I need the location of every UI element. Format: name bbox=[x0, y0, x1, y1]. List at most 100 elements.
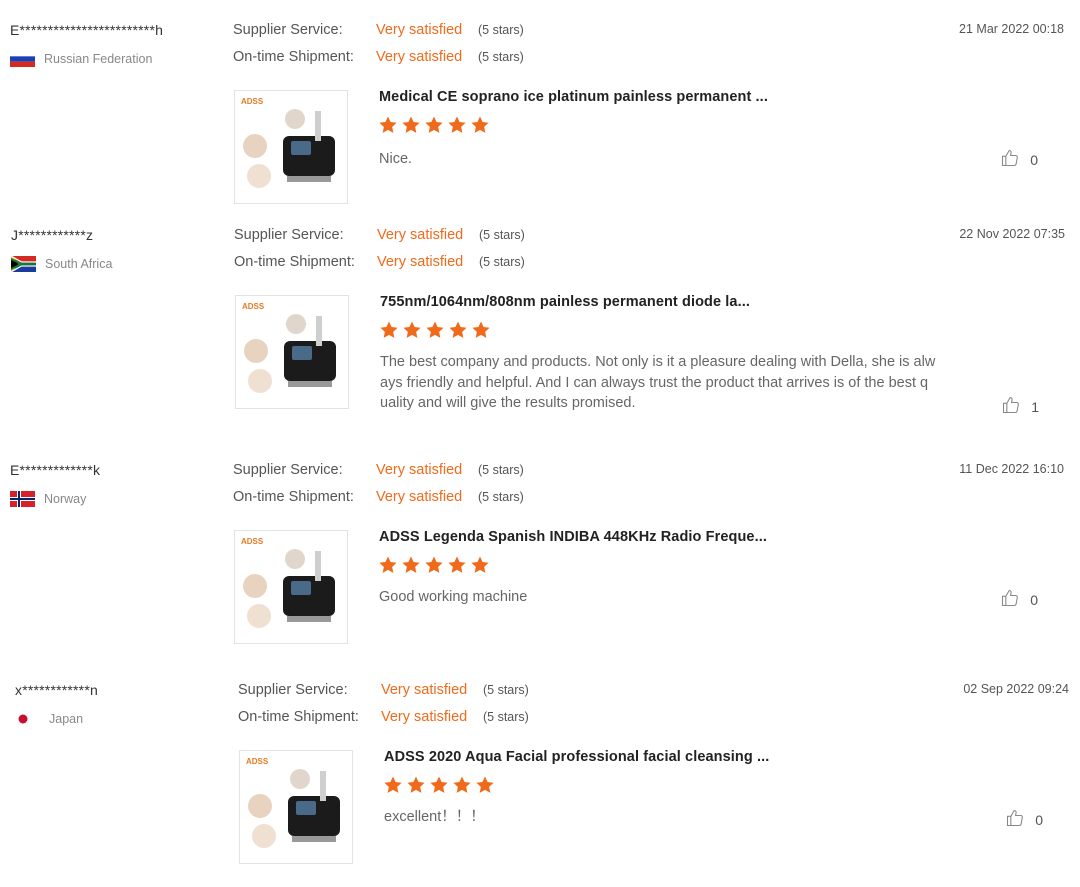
star-icon bbox=[378, 555, 398, 575]
review-star-rating bbox=[378, 555, 490, 575]
reviewer-name: J************z bbox=[11, 227, 94, 243]
review-item: E************************h Russian Feder… bbox=[0, 0, 1080, 210]
star-icon bbox=[378, 115, 398, 135]
ontime-shipment-label: On-time Shipment: bbox=[238, 709, 359, 725]
ontime-shipment-rating: On-time Shipment: Very satisfied (5 stars) bbox=[238, 709, 529, 725]
supplier-service-stars: (5 stars) bbox=[478, 463, 524, 477]
ontime-shipment-stars: (5 stars) bbox=[483, 710, 529, 724]
ontime-shipment-value: Very satisfied bbox=[376, 489, 463, 505]
helpful-button[interactable]: 1 bbox=[1001, 395, 1039, 418]
supplier-service-label: Supplier Service: bbox=[233, 22, 343, 38]
country-label: Norway bbox=[44, 492, 87, 506]
russia-flag-icon bbox=[10, 51, 35, 67]
supplier-service-stars: (5 stars) bbox=[479, 228, 525, 242]
helpful-count: 0 bbox=[1030, 591, 1038, 608]
supplier-service-rating: Supplier Service: Very satisfied (5 stars) bbox=[233, 22, 524, 38]
star-icon bbox=[471, 320, 491, 340]
review-comment: Nice. bbox=[379, 151, 413, 167]
country-label: Japan bbox=[49, 712, 84, 726]
star-icon bbox=[429, 775, 449, 795]
product-brand-logo: ADSS bbox=[241, 97, 264, 106]
star-icon bbox=[424, 555, 444, 575]
supplier-service-value: Very satisfied bbox=[381, 682, 468, 698]
review-item: x************n Japan Supplier Service: Ve… bbox=[0, 660, 1080, 870]
ontime-shipment-label: On-time Shipment: bbox=[234, 254, 355, 270]
product-brand-logo: ADSS bbox=[241, 537, 264, 546]
thumbs-up-icon bbox=[1001, 395, 1021, 418]
product-thumbnail[interactable]: ADSS bbox=[235, 295, 349, 409]
star-icon bbox=[379, 320, 399, 340]
ontime-shipment-label: On-time Shipment: bbox=[233, 49, 354, 65]
product-image-icon bbox=[248, 769, 340, 848]
review-comment: Good working machine bbox=[379, 589, 528, 605]
review-date: 02 Sep 2022 09:24 bbox=[963, 682, 1069, 696]
helpful-button[interactable]: 0 bbox=[1005, 808, 1043, 831]
star-icon bbox=[470, 115, 490, 135]
supplier-service-label: Supplier Service: bbox=[234, 227, 344, 243]
star-icon bbox=[452, 775, 472, 795]
ontime-shipment-rating: On-time Shipment: Very satisfied (5 stars) bbox=[233, 489, 524, 505]
review-item: J************z South Africa Supplier Ser… bbox=[0, 205, 1080, 415]
reviewer-country: South Africa bbox=[11, 256, 112, 272]
supplier-service-value: Very satisfied bbox=[377, 227, 464, 243]
star-icon bbox=[406, 775, 426, 795]
review-comment: excellent！！！ bbox=[384, 809, 485, 825]
review-item: E*************k Norway Supplier Service:… bbox=[0, 440, 1080, 650]
review-date: 21 Mar 2022 00:18 bbox=[959, 22, 1064, 36]
ontime-shipment-rating: On-time Shipment: Very satisfied (5 stars) bbox=[234, 254, 525, 270]
supplier-service-label: Supplier Service: bbox=[233, 462, 343, 478]
thumbs-up-icon bbox=[1005, 808, 1025, 831]
review-date: 22 Nov 2022 07:35 bbox=[959, 227, 1065, 241]
ontime-shipment-value: Very satisfied bbox=[381, 709, 468, 725]
south-africa-flag-icon bbox=[11, 256, 36, 272]
reviewer-name: x************n bbox=[15, 682, 98, 698]
supplier-service-stars: (5 stars) bbox=[478, 23, 524, 37]
country-label: Russian Federation bbox=[44, 52, 153, 66]
product-title-link[interactable]: ADSS 2020 Aqua Facial professional facia… bbox=[384, 749, 769, 765]
product-title-link[interactable]: Medical CE soprano ice platinum painless… bbox=[379, 89, 768, 105]
country-label: South Africa bbox=[45, 257, 113, 271]
supplier-service-label: Supplier Service: bbox=[238, 682, 348, 698]
reviewer-name: E************************h bbox=[10, 22, 164, 38]
supplier-service-stars: (5 stars) bbox=[483, 683, 529, 697]
product-thumbnail[interactable]: ADSS bbox=[239, 750, 353, 864]
helpful-count: 0 bbox=[1030, 151, 1038, 168]
product-image-icon bbox=[243, 109, 335, 188]
star-icon bbox=[383, 775, 403, 795]
thumbs-up-icon bbox=[1000, 588, 1020, 611]
ontime-shipment-value: Very satisfied bbox=[376, 49, 463, 65]
review-star-rating bbox=[379, 320, 491, 340]
ontime-shipment-label: On-time Shipment: bbox=[233, 489, 354, 505]
product-image-icon bbox=[244, 314, 336, 393]
star-icon bbox=[401, 115, 421, 135]
product-thumbnail[interactable]: ADSS bbox=[234, 90, 348, 204]
supplier-service-value: Very satisfied bbox=[376, 462, 463, 478]
star-icon bbox=[401, 555, 421, 575]
thumbs-up-icon bbox=[1000, 148, 1020, 171]
product-thumbnail[interactable]: ADSS bbox=[234, 530, 348, 644]
star-icon bbox=[448, 320, 468, 340]
helpful-count: 0 bbox=[1035, 811, 1043, 828]
product-title-link[interactable]: ADSS Legenda Spanish INDIBA 448KHz Radio… bbox=[379, 529, 767, 545]
star-icon bbox=[475, 775, 495, 795]
helpful-button[interactable]: 0 bbox=[1000, 588, 1038, 611]
review-comment: The best company and products. Not only … bbox=[380, 354, 936, 411]
reviewer-country: Norway bbox=[10, 491, 86, 507]
star-icon bbox=[470, 555, 490, 575]
product-title-link[interactable]: 755nm/1064nm/808nm painless permanent di… bbox=[380, 294, 750, 310]
review-star-rating bbox=[383, 775, 495, 795]
norway-flag-icon bbox=[10, 491, 35, 507]
review-star-rating bbox=[378, 115, 490, 135]
star-icon bbox=[424, 115, 444, 135]
supplier-service-rating: Supplier Service: Very satisfied (5 stars) bbox=[233, 462, 524, 478]
star-icon bbox=[425, 320, 445, 340]
supplier-service-rating: Supplier Service: Very satisfied (5 stars) bbox=[238, 682, 529, 698]
helpful-count: 1 bbox=[1031, 398, 1039, 415]
ontime-shipment-value: Very satisfied bbox=[377, 254, 464, 270]
reviewer-name: E*************k bbox=[10, 462, 101, 478]
japan-flag-icon bbox=[15, 711, 40, 727]
ontime-shipment-stars: (5 stars) bbox=[478, 490, 524, 504]
star-icon bbox=[447, 555, 467, 575]
star-icon bbox=[402, 320, 422, 340]
helpful-button[interactable]: 0 bbox=[1000, 148, 1038, 171]
